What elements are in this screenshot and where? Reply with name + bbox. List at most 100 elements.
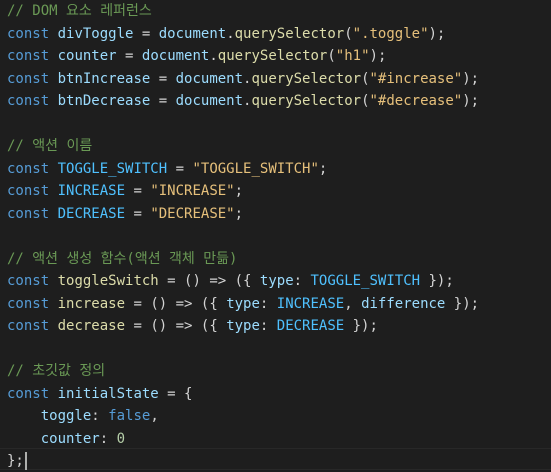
- code-line[interactable]: const INCREASE = "INCREASE";: [7, 180, 243, 202]
- code-token-variable: btnDecrease: [57, 93, 151, 109]
- code-token-keyword: const: [7, 318, 50, 334]
- code-token-punct: (: [344, 25, 353, 42]
- code-token-constant: DECREASE: [57, 205, 126, 222]
- code-token-keyword: const: [7, 295, 50, 312]
- code-token-op: =: [150, 70, 176, 87]
- code-line[interactable]: counter: 0: [7, 428, 125, 450]
- code-line[interactable]: // DOM 요소 레퍼런스: [7, 0, 152, 22]
- text-cursor: [24, 452, 27, 470]
- code-line[interactable]: const divToggle = document.querySelector…: [7, 23, 445, 45]
- code-token-string-y: "INCREASE": [150, 183, 235, 199]
- code-token-op: =: [167, 160, 193, 177]
- code-token-constant: DECREASE: [276, 318, 345, 334]
- code-editor[interactable]: // DOM 요소 레퍼런스 const divToggle = document…: [0, 0, 551, 470]
- code-line[interactable]: const DECREASE = "DECREASE";: [7, 203, 243, 225]
- code-token-variable: divToggle: [57, 25, 134, 42]
- code-token-punct: );: [462, 93, 480, 109]
- code-line[interactable]: // 초깃값 정의: [7, 360, 105, 382]
- code-token-comment: // DOM 요소 레퍼런스: [7, 3, 152, 19]
- code-token-op: = () => ({: [125, 318, 227, 334]
- code-line[interactable]: // 액션 이름: [7, 135, 92, 157]
- code-token-keyword: const: [7, 70, 50, 87]
- code-line[interactable]: const btnDecrease = document.querySelect…: [7, 90, 479, 112]
- code-token-keyword: const: [7, 25, 50, 42]
- code-token-punct: ,: [344, 295, 362, 312]
- code-token-func: increase: [57, 295, 126, 312]
- code-token-constant: INCREASE: [276, 295, 345, 312]
- code-token-variable: counter: [57, 48, 117, 64]
- code-token-op: = () => ({: [125, 295, 227, 312]
- code-token-property: toggle: [40, 408, 92, 424]
- code-line[interactable]: const initialState = {: [7, 383, 192, 405]
- code-line[interactable]: const btnIncrease = document.querySelect…: [7, 68, 479, 90]
- code-token-property: counter: [40, 430, 100, 447]
- code-token-comment: // 초깃값 정의: [7, 363, 106, 379]
- code-token-punct: ;: [234, 205, 244, 222]
- code-token-punct: });: [344, 318, 378, 334]
- code-line[interactable]: const toggleSwitch = () => ({ type: TOGG…: [7, 270, 454, 292]
- code-token-string-y: "#increase": [369, 70, 463, 87]
- code-token-punct: .: [226, 25, 235, 42]
- code-token-string-y: "h1": [335, 48, 370, 64]
- code-token-variable: document: [158, 25, 227, 42]
- code-token-keyword: const: [7, 160, 50, 177]
- code-line[interactable]: const TOGGLE_SWITCH = "TOGGLE_SWITCH";: [7, 158, 327, 180]
- code-token-op: = {: [158, 385, 193, 402]
- code-token-string-y: "DECREASE": [150, 205, 235, 222]
- code-line[interactable]: // 액션 생성 함수(액션 객체 만듦): [7, 248, 237, 270]
- code-token-punct: .: [209, 48, 218, 64]
- code-token-variable: btnIncrease: [57, 70, 151, 87]
- code-token-comment: // 액션 이름: [7, 138, 93, 154]
- code-token-punct: (: [361, 93, 370, 109]
- code-token-comment: // 액션 생성 함수(액션 객체 만듦): [7, 250, 238, 267]
- code-token-func: querySelector: [251, 70, 362, 87]
- code-token-keyword: false: [108, 408, 151, 424]
- code-token-punct: (: [361, 70, 370, 87]
- code-line[interactable]: const decrease = () => ({ type: DECREASE…: [7, 315, 378, 337]
- code-token-constant: INCREASE: [57, 183, 126, 199]
- code-line[interactable]: const counter = document.querySelector("…: [7, 45, 386, 67]
- code-token-op: =: [116, 48, 142, 64]
- code-token-func: querySelector: [234, 25, 345, 42]
- code-token-string-y: ".toggle": [352, 25, 429, 42]
- code-token-string-y: "#decrease": [369, 93, 463, 109]
- code-token-punct: ,: [150, 408, 159, 424]
- code-token-op: =: [150, 93, 176, 109]
- code-token-punct: :: [91, 408, 109, 424]
- code-token-string-y: "TOGGLE_SWITCH": [192, 160, 319, 177]
- code-token-op: = () => ({: [158, 273, 260, 289]
- code-token-keyword: const: [7, 48, 50, 64]
- code-line[interactable]: toggle: false,: [7, 405, 159, 427]
- code-token-keyword: const: [7, 385, 50, 402]
- code-token-keyword: const: [7, 273, 50, 289]
- code-token-punct: (: [327, 48, 336, 64]
- code-token-punct: });: [445, 295, 480, 312]
- code-token-property: difference: [361, 295, 446, 312]
- code-token-punct: ;: [234, 183, 244, 199]
- code-token-keyword: const: [7, 183, 50, 199]
- code-token-property: type: [259, 273, 294, 289]
- code-token-variable: document: [141, 48, 210, 64]
- code-token-op: =: [125, 205, 151, 222]
- code-token-func: toggleSwitch: [57, 273, 159, 289]
- code-token-op: =: [133, 25, 159, 42]
- code-token-constant: TOGGLE_SWITCH: [310, 273, 421, 289]
- code-token-punct: :: [259, 318, 277, 334]
- code-line[interactable]: const increase = () => ({ type: INCREASE…: [7, 293, 479, 315]
- code-token-property: type: [226, 295, 260, 312]
- code-token-punct: :: [293, 273, 311, 289]
- code-token-op: =: [125, 183, 151, 199]
- code-token-variable: document: [175, 70, 244, 87]
- code-token-punct: :: [259, 295, 277, 312]
- code-token-func: querySelector: [217, 48, 328, 64]
